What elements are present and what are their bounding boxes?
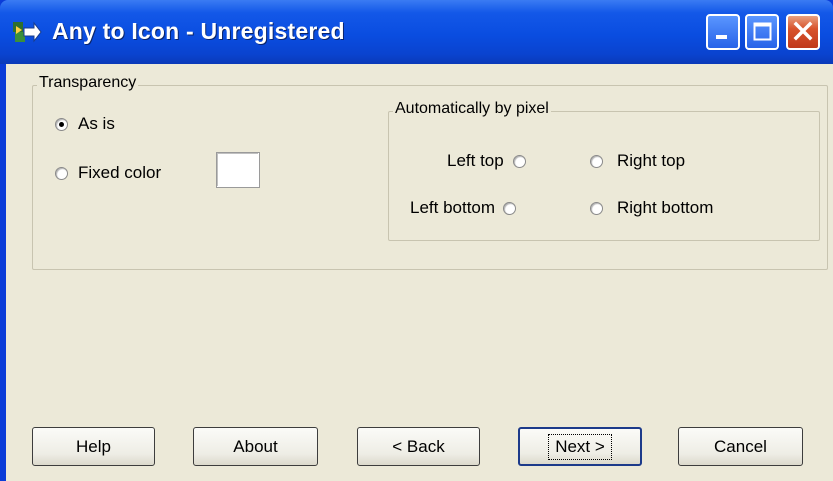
maximize-icon — [753, 22, 772, 41]
fixed-color-radio[interactable]: Fixed color — [55, 163, 161, 183]
next-button-label: Next > — [548, 433, 612, 460]
radio-unchecked-icon — [55, 166, 68, 180]
left-bottom-label: Left bottom — [410, 198, 496, 217]
transparency-group: Transparency As is Fixed color Automatic… — [32, 74, 828, 270]
right-bottom-label: Right bottom — [617, 198, 714, 217]
right-top-radio[interactable]: Right top — [590, 151, 685, 171]
minimize-icon — [716, 35, 727, 39]
dialog-body: Transparency As is Fixed color Automatic… — [6, 64, 833, 481]
auto-pixel-group-title: Automatically by pixel — [393, 100, 551, 118]
about-button[interactable]: About — [193, 427, 318, 466]
as-is-label: As is — [78, 114, 115, 133]
app-window: Any to Icon - Unregistered Transparency … — [0, 0, 833, 481]
title-bar[interactable]: Any to Icon - Unregistered — [0, 0, 833, 64]
help-button[interactable]: Help — [32, 427, 155, 466]
cancel-button[interactable]: Cancel — [678, 427, 803, 466]
radio-unchecked-icon — [503, 201, 517, 215]
minimize-button[interactable] — [706, 14, 740, 50]
radio-unchecked-icon — [590, 154, 603, 168]
right-bottom-radio[interactable]: Right bottom — [590, 198, 713, 218]
back-button[interactable]: < Back — [357, 427, 480, 466]
close-button[interactable] — [786, 14, 820, 50]
left-bottom-radio[interactable]: Left bottom — [410, 198, 517, 218]
maximize-button[interactable] — [745, 14, 779, 50]
fixed-color-swatch[interactable] — [216, 152, 260, 188]
app-arrows-icon — [13, 21, 42, 43]
radio-unchecked-icon — [512, 154, 526, 168]
close-icon — [793, 21, 813, 41]
window-title: Any to Icon - Unregistered — [52, 18, 345, 44]
transparency-group-title: Transparency — [37, 74, 139, 92]
as-is-radio[interactable]: As is — [55, 114, 115, 134]
left-top-radio[interactable]: Left top — [447, 151, 526, 171]
fixed-color-label: Fixed color — [78, 163, 162, 182]
radio-checked-icon — [55, 117, 68, 131]
auto-pixel-group: Automatically by pixel Left top Right to… — [388, 100, 820, 241]
radio-unchecked-icon — [590, 201, 603, 215]
next-button[interactable]: Next > — [518, 427, 642, 466]
left-top-label: Left top — [447, 151, 504, 170]
right-top-label: Right top — [617, 151, 686, 170]
